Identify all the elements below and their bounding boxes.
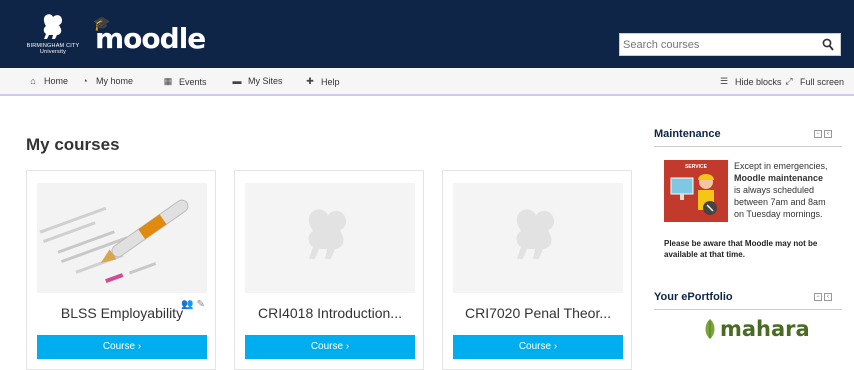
course-card[interactable]: CRI4018 Introduction... Course › (234, 170, 424, 370)
lion-placeholder-icon (453, 183, 623, 293)
nav-my-home-label: My home (96, 76, 134, 86)
maintenance-text-bold: Moodle maintenance (734, 173, 824, 183)
maintenance-text: Except in emergencies, (734, 161, 828, 171)
course-image (37, 183, 207, 293)
maintenance-block: Maintenance − ‹ SERVICE Except in emerge… (654, 128, 842, 268)
full-screen-label: Full screen (800, 76, 845, 87)
nav-help-label: Help (321, 76, 340, 87)
course-title[interactable]: CRI7020 Penal Theor... (443, 305, 633, 321)
course-image (245, 183, 415, 293)
lifering-icon: ✚ (306, 76, 314, 86)
resume-pen-image (37, 183, 207, 293)
full-screen-button[interactable]: ⤢ Full screen (784, 76, 844, 87)
calendar-icon: ▦ (163, 76, 173, 86)
block-dock-icon[interactable]: ‹ (824, 130, 832, 138)
nav-home-label: Home (44, 76, 69, 86)
moodle-logo[interactable]: 🎓 moodle (93, 16, 206, 55)
course-title[interactable]: CRI4018 Introduction... (235, 305, 425, 321)
mahara-logo[interactable]: mahara (702, 317, 810, 341)
block-dock-icon[interactable]: ‹ (824, 293, 832, 301)
briefcase-icon: ▬ (232, 76, 242, 86)
edit-icon[interactable]: ✎ (197, 299, 205, 310)
eportfolio-block: Your ePortfolio − ‹ mahara (654, 291, 842, 359)
block-minimize-icon[interactable]: − (814, 293, 822, 301)
nav-bar: ⌂ Home ◔ My home ▦ Events ▬ My Sites ✚ H… (0, 68, 854, 96)
lion-placeholder-icon (245, 183, 415, 293)
hide-blocks-icon: ☰ (719, 76, 729, 86)
site-header: BIRMINGHAM CITY University 🎓 moodle (0, 0, 854, 68)
course-button[interactable]: Course › (37, 335, 207, 359)
hide-blocks-button[interactable]: ☰ Hide blocks (719, 76, 782, 87)
expand-icon: ⤢ (785, 76, 793, 86)
mahara-leaf-icon (705, 319, 715, 339)
maintenance-note: Please be aware that Moodle may not be a… (664, 239, 818, 259)
nav-home[interactable]: ⌂ Home (28, 76, 68, 86)
nav-events[interactable]: ▦ Events (163, 76, 207, 87)
moodle-logo-text: moodle (95, 22, 206, 55)
block-minimize-icon[interactable]: − (814, 130, 822, 138)
course-card[interactable]: BLSS Employability 👥 ✎ Course › (26, 170, 216, 370)
course-card[interactable]: CRI7020 Penal Theor... Course › (442, 170, 632, 370)
search-box (619, 33, 841, 56)
dashboard-icon: ◔ (82, 76, 88, 86)
worker-icon (670, 174, 717, 215)
nav-events-label: Events (179, 76, 207, 87)
users-icon[interactable]: 👥 (181, 299, 193, 310)
nav-my-home[interactable]: ◔ My home (80, 76, 133, 86)
maintenance-text: between 7am and 8am (734, 197, 826, 207)
maintenance-text: is always scheduled (734, 185, 815, 195)
course-image (453, 183, 623, 293)
nav-help[interactable]: ✚ Help (305, 76, 340, 87)
lion-icon (43, 14, 63, 39)
course-button[interactable]: Course › (453, 335, 623, 359)
university-name-line2: University (39, 49, 67, 55)
hide-blocks-label: Hide blocks (735, 76, 782, 87)
nav-my-sites[interactable]: ▬ My Sites (232, 76, 283, 86)
maintenance-text: on Tuesday mornings. (734, 209, 823, 219)
university-logo[interactable]: BIRMINGHAM CITY University (24, 13, 82, 63)
page-title: My courses (26, 135, 120, 154)
service-image: SERVICE (664, 160, 728, 222)
search-icon[interactable] (822, 38, 834, 52)
home-icon: ⌂ (30, 76, 36, 86)
graduation-cap-icon: 🎓 (93, 16, 110, 32)
nav-my-sites-label: My Sites (248, 76, 283, 86)
mahara-logo-text: mahara (720, 317, 810, 341)
search-input[interactable] (623, 36, 813, 53)
course-button[interactable]: Course › (245, 335, 415, 359)
